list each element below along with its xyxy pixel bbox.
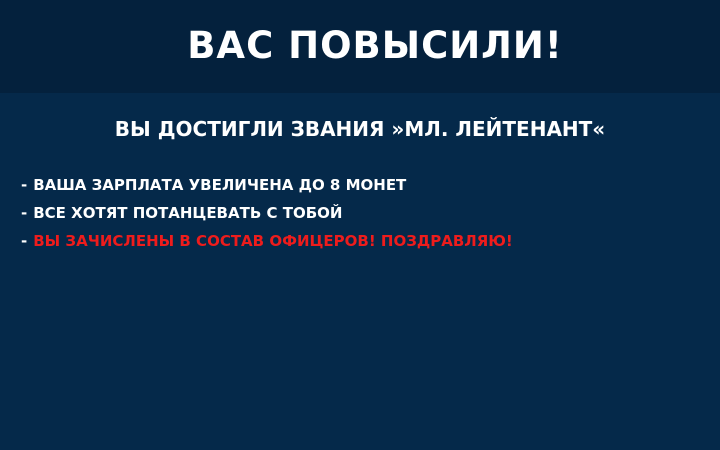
detail-officers: - ВЫ ЗАЧИСЛЕНЫ В СОСТАВ ОФИЦЕРОВ! ПОЗДРАВ… [21,227,701,255]
detail-text: ВАША ЗАРПЛАТА УВЕЛИЧЕНА ДО 8 МОНЕТ [33,176,407,194]
detail-bullet: - [21,232,28,250]
promotion-details: - ВАША ЗАРПЛАТА УВЕЛИЧЕНА ДО 8 МОНЕТ - ВСЕ… [21,171,701,255]
promotion-screen: ВАС ПОВЫСИЛИ! ВЫ ДОСТИГЛИ ЗВАНИЯ »МЛ. ЛЕ… [0,0,720,450]
rank-achieved-text: ВЫ ДОСТИГЛИ ЗВАНИЯ »МЛ. ЛЕЙТЕНАНТ« [114,117,606,141]
detail-highlight-text: ВЫ ЗАЧИСЛЕНЫ В СОСТАВ ОФИЦЕРОВ! ПОЗДРАВЛ… [33,232,513,250]
detail-bullet: - [21,176,28,194]
detail-bullet: - [21,204,28,222]
header-banner: ВАС ПОВЫСИЛИ! [0,0,720,93]
detail-salary: - ВАША ЗАРПЛАТА УВЕЛИЧЕНА ДО 8 МОНЕТ [21,171,701,199]
detail-text: ВСЕ ХОТЯТ ПОТАНЦЕВАТЬ С ТОБОЙ [33,204,343,222]
detail-dance: - ВСЕ ХОТЯТ ПОТАНЦЕВАТЬ С ТОБОЙ [21,199,701,227]
promotion-title: ВАС ПОВЫСИЛИ! [187,24,563,67]
